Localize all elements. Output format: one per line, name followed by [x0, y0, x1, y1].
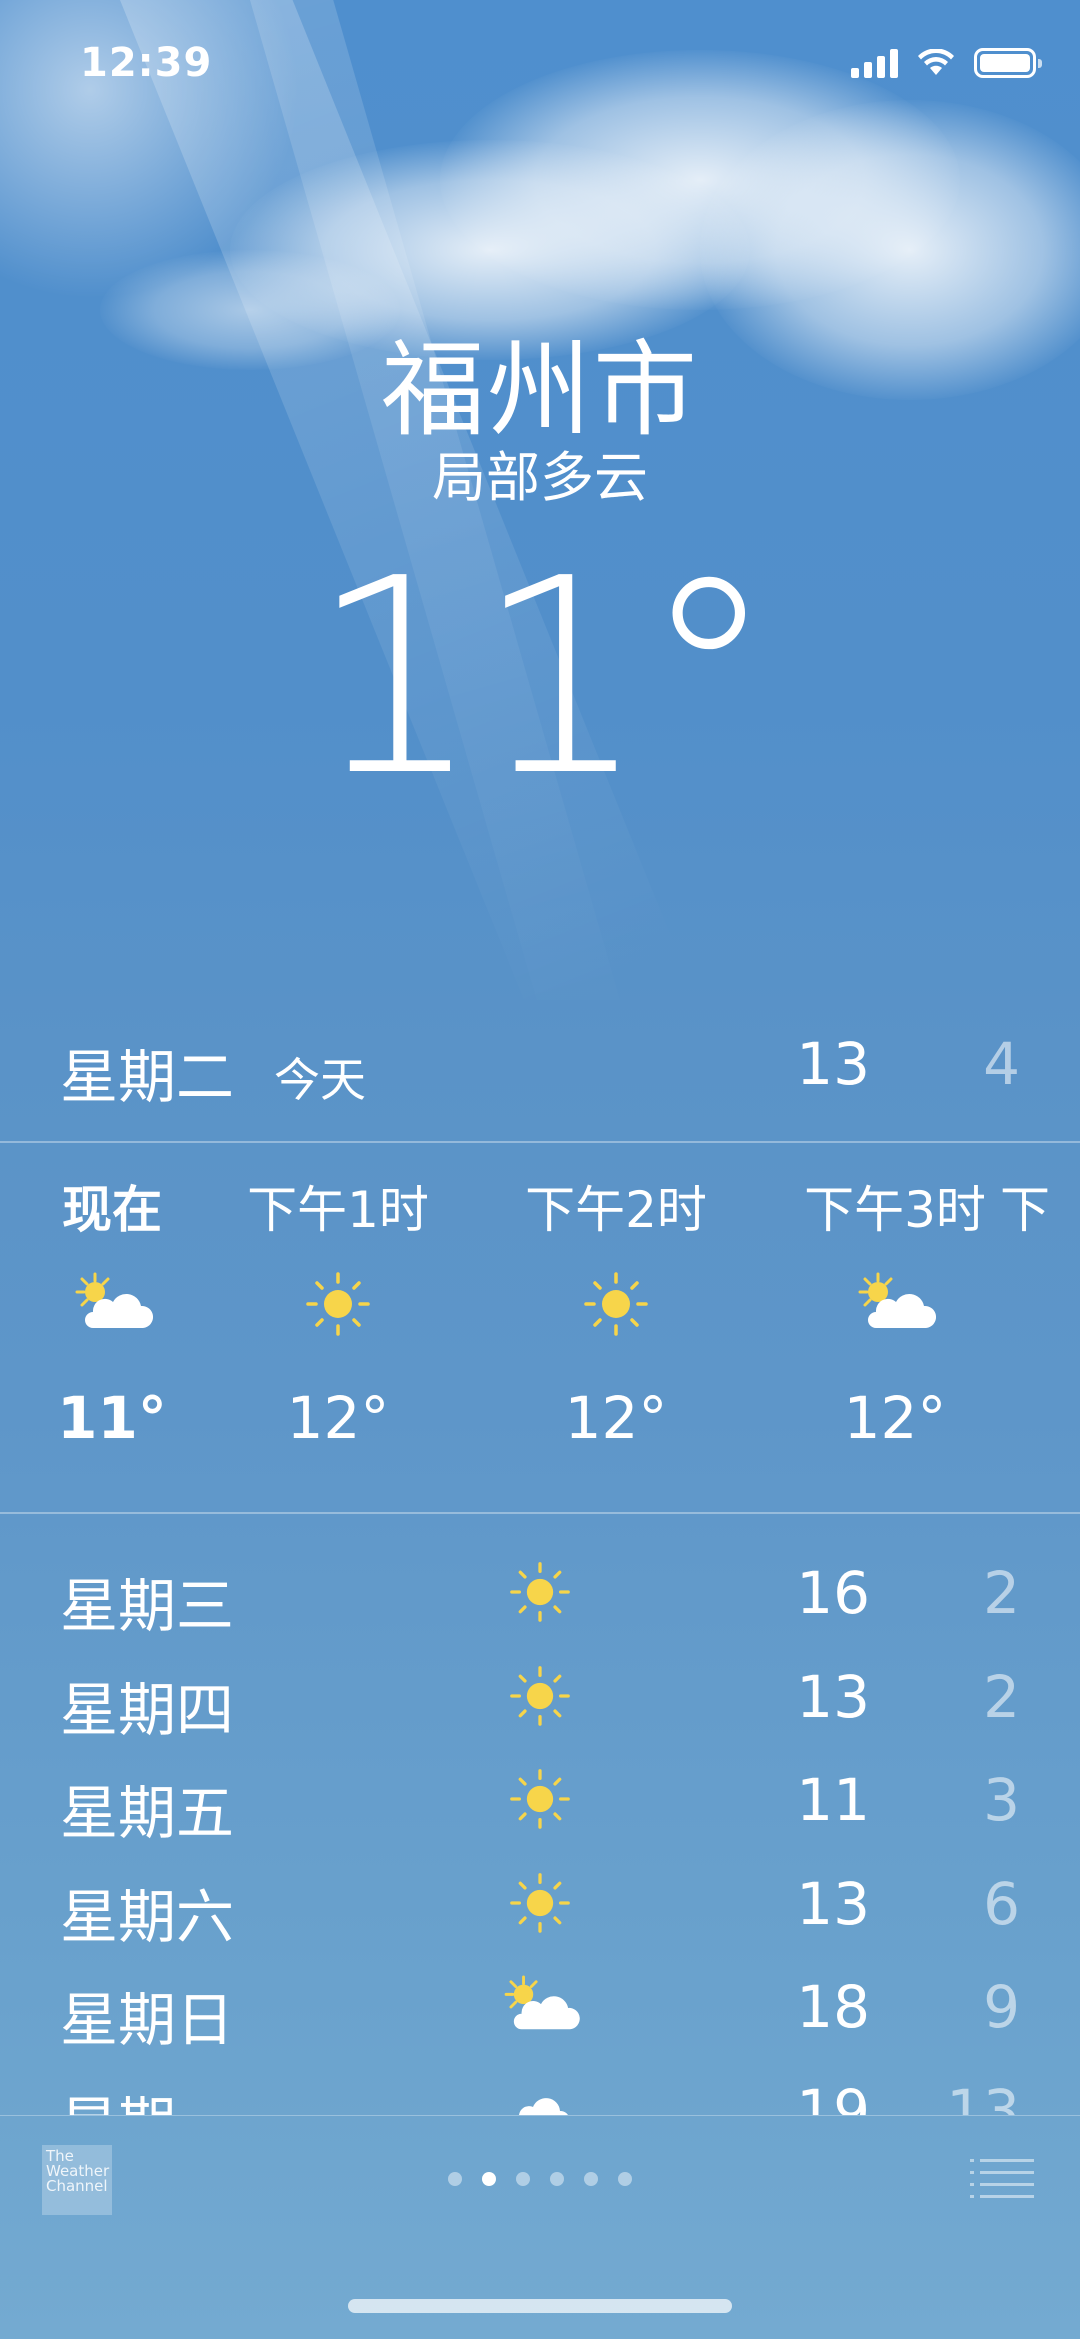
sun-icon	[500, 1557, 580, 1627]
hour-label: 下午2时	[525, 1181, 707, 1239]
hourly-item: 现在 11°	[2, 1142, 222, 1452]
today-day-name: 星期二	[60, 1043, 235, 1111]
hour-temp: 12°	[286, 1384, 390, 1452]
hourly-item: 下午2时 12°	[506, 1142, 726, 1452]
daily-row: 星期日 18 9	[0, 1959, 1080, 2063]
day-name: 星期六	[60, 1882, 235, 1951]
hourly-item: 下	[1000, 1142, 1080, 1239]
hourly-item: 下午3时 12°	[785, 1142, 1005, 1452]
daily-forecast[interactable]: 星期三 16 2 星期四 13 2 星期五 11 3 星期六 13 6 星期日 …	[0, 1545, 1080, 2115]
day-low-temp: 9	[983, 1973, 1020, 2041]
city-list-button[interactable]	[970, 2155, 1034, 2199]
wifi-icon	[918, 49, 954, 75]
hour-label: 现在	[62, 1181, 162, 1239]
day-name: 星期四	[60, 1675, 235, 1744]
page-dot[interactable]	[448, 2172, 462, 2186]
page-indicator[interactable]	[0, 2172, 1080, 2186]
page-dot-active[interactable]	[482, 2172, 496, 2186]
partly-cloudy-icon	[2, 1254, 222, 1354]
daily-row: 星期一 19 13	[0, 2063, 1080, 2116]
status-time: 12:39	[80, 40, 213, 86]
home-indicator[interactable]	[348, 2299, 732, 2313]
day-low-temp: 2	[983, 1559, 1020, 1627]
sun-icon	[506, 1254, 726, 1354]
status-icons	[851, 48, 1042, 78]
hour-temp: 11°	[57, 1384, 167, 1452]
hourly-item: 下午1时 12°	[228, 1142, 448, 1452]
today-low-temp: 4	[983, 1030, 1020, 1098]
partly-cloudy-icon	[500, 1971, 580, 2041]
daily-row: 星期六 13 6	[0, 1856, 1080, 1960]
today-high-temp: 13	[796, 1030, 870, 1098]
today-label: 今天	[274, 1053, 366, 1107]
hour-temp: 12°	[843, 1384, 947, 1452]
day-name: 星期五	[60, 1779, 235, 1847]
sun-icon	[228, 1254, 448, 1354]
day-high-temp: 18	[796, 1973, 870, 2041]
partly-cloudy-icon	[785, 1254, 1005, 1354]
day-high-temp: 13	[796, 1869, 870, 1938]
day-high-temp: 19	[796, 2076, 870, 2116]
daily-row: 星期五 11 3	[0, 1752, 1080, 1856]
day-low-temp: 3	[983, 1766, 1020, 1834]
day-name: 星期日	[60, 1986, 235, 2054]
divider	[0, 1512, 1080, 1514]
hour-label: 下午1时	[247, 1181, 429, 1239]
day-name: 星期三	[60, 1572, 235, 1640]
day-low-temp: 13	[946, 2076, 1020, 2116]
hourly-forecast[interactable]: 现在 11° 下午1时 12° 下午2时 12° 下午3时 12° 下	[0, 1142, 1080, 1512]
day-name: 星期一	[60, 2077, 234, 2116]
weather-condition: 局部多云	[432, 446, 648, 509]
page-dot[interactable]	[618, 2172, 632, 2186]
page-dot[interactable]	[584, 2172, 598, 2186]
day-low-temp: 6	[983, 1869, 1020, 1938]
cellular-signal-icon	[851, 48, 898, 78]
battery-icon	[974, 48, 1042, 78]
page-dot[interactable]	[516, 2172, 530, 2186]
today-summary-row: 星期二 今天 13 4	[0, 1020, 1080, 1111]
hour-temp: 12°	[564, 1384, 668, 1452]
cloud-icon	[500, 2075, 580, 2115]
page-dot[interactable]	[550, 2172, 564, 2186]
day-high-temp: 11	[796, 1766, 870, 1834]
daily-row: 星期四 13 2	[0, 1649, 1080, 1753]
sun-icon	[500, 1661, 580, 1731]
day-high-temp: 13	[796, 1662, 870, 1731]
sun-icon	[500, 1764, 580, 1834]
current-temperature: 11°	[309, 520, 777, 835]
day-low-temp: 2	[983, 1662, 1020, 1731]
daily-row: 星期三 16 2	[0, 1545, 1080, 1649]
hour-label: 下	[1000, 1181, 1050, 1239]
sun-icon	[500, 1868, 580, 1938]
day-high-temp: 16	[796, 1559, 870, 1627]
hour-label: 下午3时	[804, 1181, 986, 1239]
